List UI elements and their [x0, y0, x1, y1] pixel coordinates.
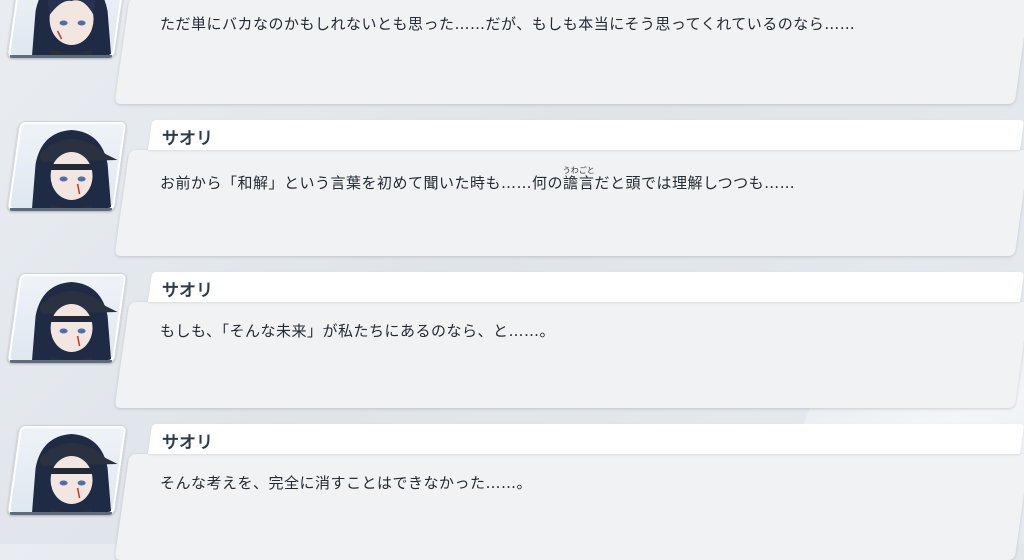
message-text-part: だと頭では理解しつつも…… — [594, 174, 796, 192]
saori-portrait-icon — [10, 0, 124, 55]
message-text: そんな考えを、完全に消すことはできなかった……。 — [160, 474, 533, 492]
saori-portrait-icon — [10, 276, 124, 360]
avatar[interactable] — [6, 0, 128, 58]
avatar-frame-underline — [9, 208, 113, 211]
name-bar — [147, 272, 1024, 302]
message-text-part: お前から「和解」という言葉を初めて聞いた時も……何の — [160, 174, 564, 192]
name-bar — [147, 424, 1024, 454]
speaker-name: サオリ — [162, 281, 213, 301]
avatar[interactable] — [6, 273, 128, 363]
ruby-word: 譫言うわごと — [562, 166, 595, 192]
avatar-frame-underline — [9, 512, 113, 515]
saori-portrait-icon — [10, 428, 124, 512]
message-text: ただ単にバカなのかもしれないとも思った……だが、もしも本当にそう思ってくれている… — [160, 15, 856, 33]
message-text: もしも、「そんな未来」が私たちにあるのなら、と……。 — [160, 322, 556, 340]
avatar-frame-underline — [9, 55, 113, 58]
ruby-reading: うわごと — [562, 166, 595, 175]
saori-portrait-icon — [10, 124, 124, 208]
ruby-base: 譫言 — [562, 174, 595, 192]
avatar[interactable] — [6, 425, 128, 515]
speaker-name: サオリ — [162, 129, 213, 149]
name-bar — [147, 120, 1024, 150]
avatar[interactable] — [6, 121, 128, 211]
message-text: お前から「和解」という言葉を初めて聞いた時も……何の譫言うわごとだと頭では理解し… — [160, 166, 920, 196]
speaker-name: サオリ — [162, 433, 213, 453]
avatar-frame-underline — [9, 360, 113, 363]
